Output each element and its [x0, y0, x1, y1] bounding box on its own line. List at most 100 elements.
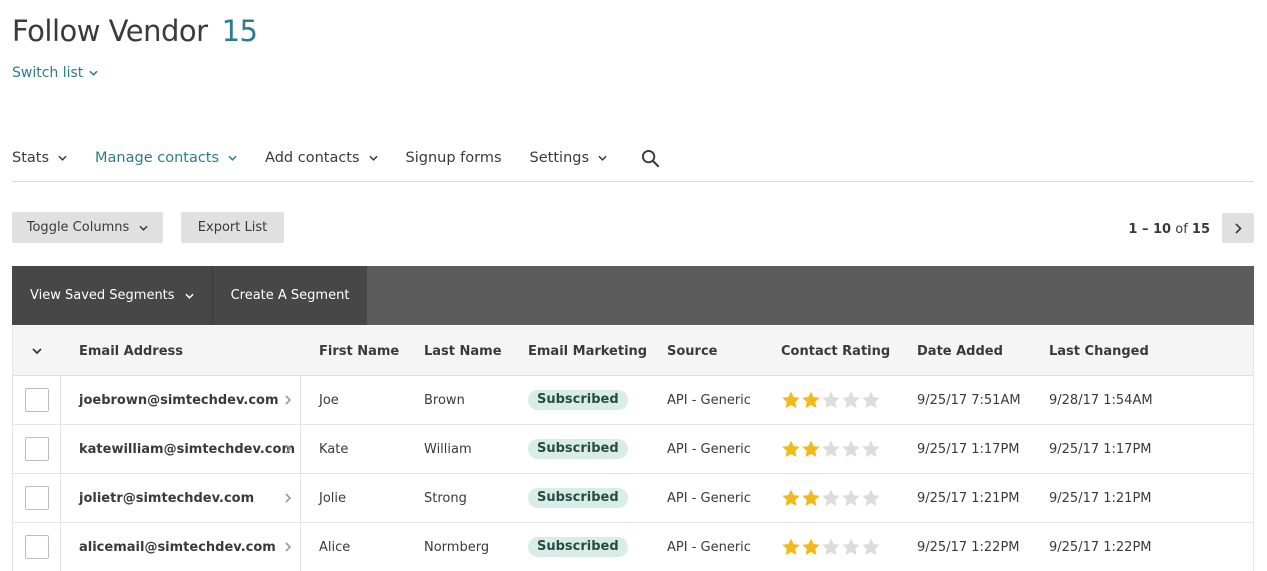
tab-signup-forms[interactable]: Signup forms: [406, 140, 502, 176]
rating-stars: [781, 488, 881, 508]
table-row[interactable]: joebrown@simtechdev.com Joe Brown Subscribe…: [13, 376, 1253, 425]
star-icon[interactable]: [841, 537, 861, 557]
star-icon[interactable]: [821, 537, 841, 557]
tab-add-contacts[interactable]: Add contacts: [265, 140, 378, 176]
star-icon[interactable]: [861, 390, 881, 410]
status-badge: Subscribed: [528, 390, 628, 410]
header-last-changed[interactable]: Last Changed: [1049, 326, 1149, 376]
first-name: Joe: [319, 392, 339, 408]
page-title: Follow Vendor 15: [12, 14, 258, 48]
table-row[interactable]: katewilliam@simtechdev.com Kate William Sub…: [13, 425, 1253, 474]
star-icon[interactable]: [861, 537, 881, 557]
chevron-down-icon: [89, 70, 98, 76]
header-first-name[interactable]: First Name: [319, 326, 399, 376]
tab-settings[interactable]: Settings: [530, 140, 607, 176]
table-body: joebrown@simtechdev.com Joe Brown Subscribe…: [13, 376, 1253, 571]
table-row[interactable]: jolietr@simtechdev.com Jolie Strong Subscri…: [13, 474, 1253, 523]
email-address[interactable]: joebrown@simtechdev.com: [79, 376, 301, 424]
create-segment-button[interactable]: Create A Segment: [211, 266, 368, 325]
tab-manage-contacts[interactable]: Manage contacts: [95, 140, 237, 176]
star-icon[interactable]: [841, 488, 861, 508]
last-name: Strong: [424, 490, 467, 506]
expand-row-button[interactable]: [275, 523, 301, 571]
last-changed: 9/25/17 1:17PM: [1049, 441, 1152, 457]
tab-label: Add contacts: [265, 150, 360, 166]
star-icon[interactable]: [781, 537, 801, 557]
star-icon[interactable]: [821, 439, 841, 459]
tab-label: Settings: [529, 150, 590, 166]
next-page-button[interactable]: [1222, 213, 1254, 243]
star-icon[interactable]: [841, 390, 861, 410]
star-icon[interactable]: [801, 439, 821, 459]
date-added: 9/25/17 1:17PM: [917, 441, 1020, 457]
expand-row-button[interactable]: [275, 474, 301, 522]
column-divider: [300, 474, 301, 522]
email-marketing-cell: Subscribed: [528, 523, 628, 571]
header-email[interactable]: Email Address: [79, 326, 301, 376]
contact-rating: [781, 474, 881, 522]
chevron-down-icon: [58, 155, 67, 161]
star-icon[interactable]: [781, 390, 801, 410]
source: API - Generic: [667, 441, 751, 457]
row-checkbox-cell: [13, 523, 61, 571]
row-checkbox[interactable]: [24, 437, 49, 461]
row-checkbox[interactable]: [24, 535, 49, 559]
star-icon[interactable]: [781, 488, 801, 508]
source: API - Generic: [667, 539, 751, 555]
segments-bar: View Saved Segments Create A Segment: [12, 266, 1254, 325]
export-list-button[interactable]: Export List: [181, 212, 284, 243]
last-name: Brown: [424, 392, 465, 408]
star-icon[interactable]: [841, 439, 861, 459]
email-address[interactable]: jolietr@simtechdev.com: [79, 474, 301, 522]
source: API - Generic: [667, 490, 751, 506]
rating-stars: [781, 439, 881, 459]
star-icon[interactable]: [801, 537, 821, 557]
header-email-marketing[interactable]: Email Marketing: [528, 326, 647, 376]
star-icon[interactable]: [801, 488, 821, 508]
row-checkbox[interactable]: [24, 388, 49, 412]
column-divider: [300, 523, 301, 571]
row-checkbox-cell: [13, 425, 61, 473]
email-address[interactable]: alicemail@simtechdev.com: [79, 523, 301, 571]
star-icon[interactable]: [821, 488, 841, 508]
date-added: 9/25/17 1:21PM: [917, 490, 1020, 506]
search-button[interactable]: [641, 140, 660, 176]
row-checkbox[interactable]: [24, 486, 49, 510]
star-icon[interactable]: [801, 390, 821, 410]
chevron-down-icon: [184, 293, 194, 299]
chevron-right-icon: [285, 542, 291, 552]
contact-rating: [781, 376, 881, 424]
header-contact-rating[interactable]: Contact Rating: [781, 326, 890, 376]
pagination-summary: 1 – 10 of 15: [1128, 222, 1210, 237]
rating-stars: [781, 390, 881, 410]
contact-count: 15: [221, 14, 258, 48]
view-saved-segments-label: View Saved Segments: [30, 288, 175, 303]
last-changed: 9/25/17 1:21PM: [1049, 490, 1152, 506]
status-badge: Subscribed: [528, 537, 628, 557]
chevron-right-icon: [1234, 222, 1242, 234]
row-checkbox-cell: [13, 376, 61, 424]
export-list-label: Export List: [197, 220, 268, 235]
star-icon[interactable]: [821, 390, 841, 410]
star-icon[interactable]: [861, 439, 881, 459]
chevron-right-icon: [285, 493, 291, 503]
view-saved-segments-button[interactable]: View Saved Segments: [12, 266, 212, 325]
switch-list-link[interactable]: Switch list: [12, 65, 98, 81]
list-nav-tabs: Stats Manage contacts Add contacts Signup f…: [12, 140, 1254, 182]
table-row[interactable]: alicemail@simtechdev.com Alice Normberg Sub…: [13, 523, 1253, 571]
pager-range: 1 – 10: [1128, 222, 1172, 237]
tab-stats[interactable]: Stats: [12, 140, 67, 176]
expand-row-button[interactable]: [275, 425, 301, 473]
toggle-columns-button[interactable]: Toggle Columns: [12, 212, 163, 243]
header-source[interactable]: Source: [667, 326, 717, 376]
email-address[interactable]: katewilliam@simtechdev.com: [79, 425, 301, 473]
star-icon[interactable]: [781, 439, 801, 459]
tab-label: Stats: [12, 150, 50, 166]
select-all-dropdown[interactable]: [13, 326, 61, 376]
expand-row-button[interactable]: [275, 376, 301, 424]
header-date-added[interactable]: Date Added: [917, 326, 1003, 376]
star-icon[interactable]: [861, 488, 881, 508]
chevron-right-icon: [285, 395, 291, 405]
first-name: Jolie: [319, 490, 347, 506]
header-last-name[interactable]: Last Name: [424, 326, 502, 376]
